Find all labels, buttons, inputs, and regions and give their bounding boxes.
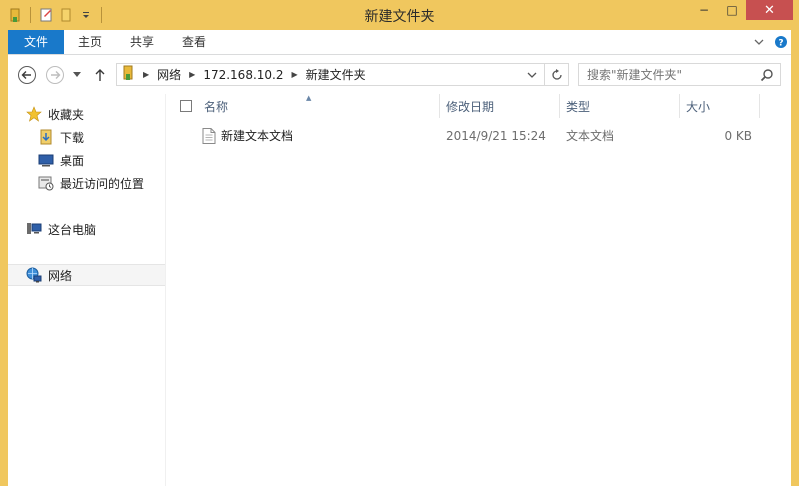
desktop-icon: [38, 152, 54, 168]
computer-icon: [26, 221, 42, 237]
tab-share[interactable]: 共享: [124, 30, 160, 54]
column-header-modified[interactable]: 修改日期: [446, 94, 556, 118]
address-history-dropdown-icon[interactable]: [524, 67, 540, 83]
tab-file[interactable]: 文件: [8, 30, 64, 54]
text-file-icon: [202, 128, 216, 144]
breadcrumb-host[interactable]: 172.168.10.2: [203, 68, 283, 82]
search-input[interactable]: [587, 64, 752, 85]
breadcrumb-network[interactable]: 网络: [157, 66, 181, 83]
chevron-right-icon[interactable]: ▶: [291, 70, 297, 79]
sidebar-item-downloads[interactable]: 下载: [8, 126, 165, 148]
expand-ribbon-icon[interactable]: [751, 34, 767, 50]
search-box[interactable]: [578, 63, 781, 86]
customize-dropdown-icon[interactable]: [77, 6, 95, 24]
sidebar-item-label: 网络: [48, 268, 73, 283]
quick-access-toolbar: [6, 5, 106, 25]
star-icon: [26, 106, 42, 122]
window-title: 新建文件夹: [364, 9, 435, 25]
help-icon[interactable]: ?: [773, 34, 789, 50]
title-bar: 新建文件夹 − □ ✕: [0, 0, 799, 30]
file-size: 0 KB: [724, 129, 752, 143]
refresh-button[interactable]: [544, 64, 568, 85]
sidebar-item-label: 桌面: [60, 153, 85, 168]
select-all-checkbox[interactable]: [180, 100, 192, 112]
new-folder-icon[interactable]: [57, 6, 75, 24]
file-list: ▲ 名称 修改日期 类型 大小 新建文本文档 2014/9/21 15:24 文…: [166, 94, 791, 486]
up-button[interactable]: [92, 64, 108, 86]
sidebar-item-network[interactable]: 网络: [8, 264, 165, 286]
address-bar[interactable]: ▶ 网络 ▶ 172.168.10.2 ▶ 新建文件夹: [116, 63, 569, 86]
forward-button[interactable]: [44, 64, 66, 86]
chevron-right-icon[interactable]: ▶: [189, 70, 195, 79]
ribbon-tabs: 文件 主页 共享 查看 ?: [8, 30, 791, 55]
window-controls: − □ ✕: [690, 0, 793, 20]
search-icon[interactable]: [758, 66, 776, 84]
sidebar-item-label: 下载: [60, 130, 85, 145]
file-type: 文本文档: [566, 129, 615, 143]
location-folder-icon: [121, 65, 135, 84]
recent-locations-dropdown-icon[interactable]: [70, 64, 84, 86]
network-icon: [26, 267, 42, 283]
svg-text:?: ?: [778, 39, 783, 49]
sidebar-item-label: 收藏夹: [48, 107, 85, 122]
toolbar-divider: [101, 7, 102, 23]
downloads-folder-icon: [38, 129, 54, 145]
tab-view[interactable]: 查看: [176, 30, 212, 54]
toolbar-divider: [30, 7, 31, 23]
column-divider[interactable]: [439, 94, 440, 118]
sidebar-item-label: 最近访问的位置: [60, 176, 145, 191]
column-header-size[interactable]: 大小: [686, 94, 756, 118]
close-button[interactable]: ✕: [746, 0, 793, 20]
column-header-type[interactable]: 类型: [566, 94, 676, 118]
recent-places-icon: [38, 175, 54, 191]
sidebar-item-desktop[interactable]: 桌面: [8, 149, 165, 171]
back-button[interactable]: [16, 64, 38, 86]
file-name[interactable]: 新建文本文档: [221, 125, 293, 147]
column-divider[interactable]: [759, 94, 760, 118]
maximize-button[interactable]: □: [718, 0, 746, 20]
file-modified-date: 2014/9/21 15:24: [446, 129, 546, 143]
sidebar-item-favorites[interactable]: 收藏夹: [8, 103, 165, 125]
folder-pin-icon[interactable]: [6, 6, 24, 24]
column-divider[interactable]: [559, 94, 560, 118]
content-area: 收藏夹 下载 桌面 最近访问的位置 这台电脑 网络 ▲ 名称 修改日期 类型 大…: [8, 94, 791, 486]
sidebar-item-label: 这台电脑: [48, 222, 97, 237]
column-divider[interactable]: [679, 94, 680, 118]
properties-icon[interactable]: [37, 6, 55, 24]
column-header-name[interactable]: 名称: [204, 94, 434, 118]
sidebar-item-this-pc[interactable]: 这台电脑: [8, 218, 165, 240]
navigation-pane: 收藏夹 下载 桌面 最近访问的位置 这台电脑 网络: [8, 94, 166, 486]
tab-home[interactable]: 主页: [72, 30, 108, 54]
breadcrumb: ▶ 网络 ▶ 172.168.10.2 ▶ 新建文件夹: [121, 64, 366, 85]
minimize-button[interactable]: −: [690, 0, 718, 20]
navigation-bar: ▶ 网络 ▶ 172.168.10.2 ▶ 新建文件夹: [8, 55, 791, 94]
chevron-right-icon[interactable]: ▶: [143, 70, 149, 79]
breadcrumb-folder[interactable]: 新建文件夹: [306, 66, 366, 83]
table-row[interactable]: 新建文本文档 2014/9/21 15:24 文本文档 0 KB: [166, 125, 791, 147]
sidebar-item-recent-places[interactable]: 最近访问的位置: [8, 172, 165, 194]
